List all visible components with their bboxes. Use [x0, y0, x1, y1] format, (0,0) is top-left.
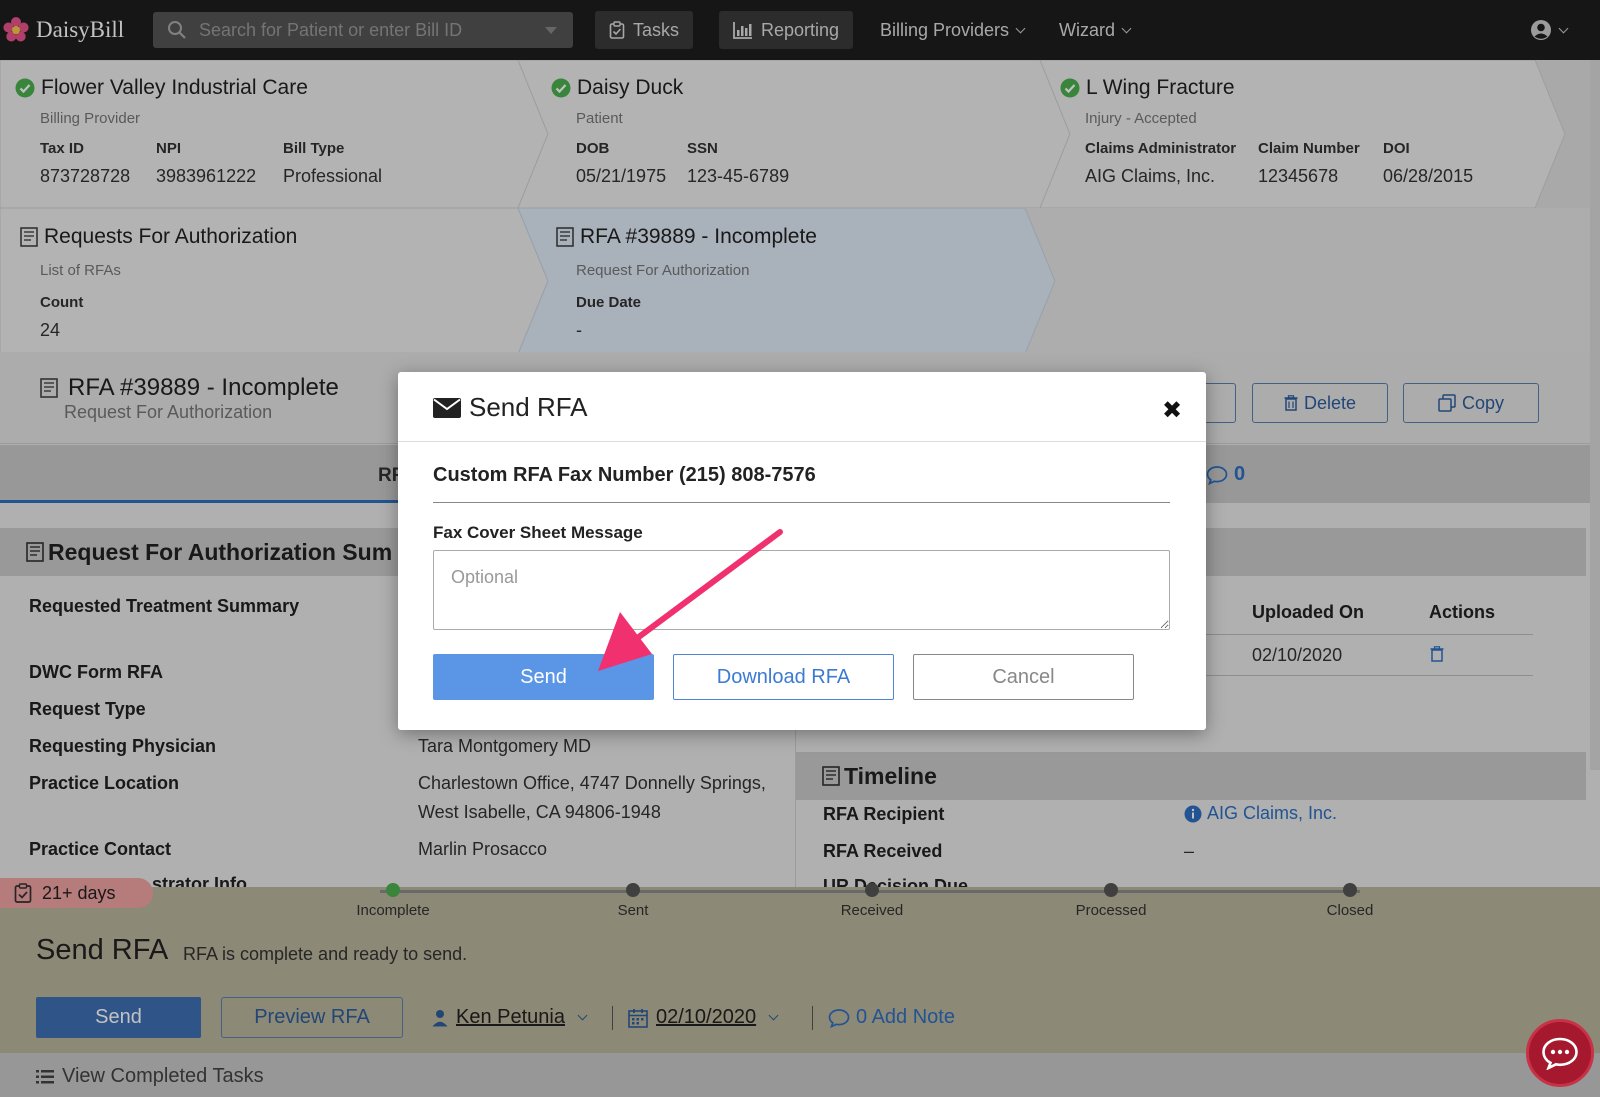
modal-fax-number: Custom RFA Fax Number (215) 808-7576	[433, 464, 816, 486]
chat-icon	[1542, 1037, 1578, 1070]
send-rfa-modal: Send RFA ✖ Custom RFA Fax Number (215) 8…	[398, 372, 1206, 730]
fax-message-input[interactable]	[433, 550, 1170, 630]
modal-title: Send RFA	[433, 392, 588, 423]
modal-divider	[433, 502, 1170, 503]
modal-cancel-label: Cancel	[992, 665, 1055, 688]
fax-message-label: Fax Cover Sheet Message	[433, 523, 643, 542]
modal-header: Send RFA ✖	[398, 372, 1206, 442]
modal-send-label: Send	[520, 665, 567, 688]
chat-button[interactable]	[1526, 1019, 1594, 1087]
modal-cancel-button[interactable]: Cancel	[913, 654, 1134, 700]
modal-title-text: Send RFA	[469, 392, 588, 422]
close-icon[interactable]: ✖	[1162, 396, 1182, 425]
envelope-icon	[433, 397, 461, 418]
download-rfa-button[interactable]: Download RFA	[673, 654, 894, 700]
modal-send-button[interactable]: Send	[433, 654, 654, 700]
download-rfa-label: Download RFA	[716, 665, 851, 688]
